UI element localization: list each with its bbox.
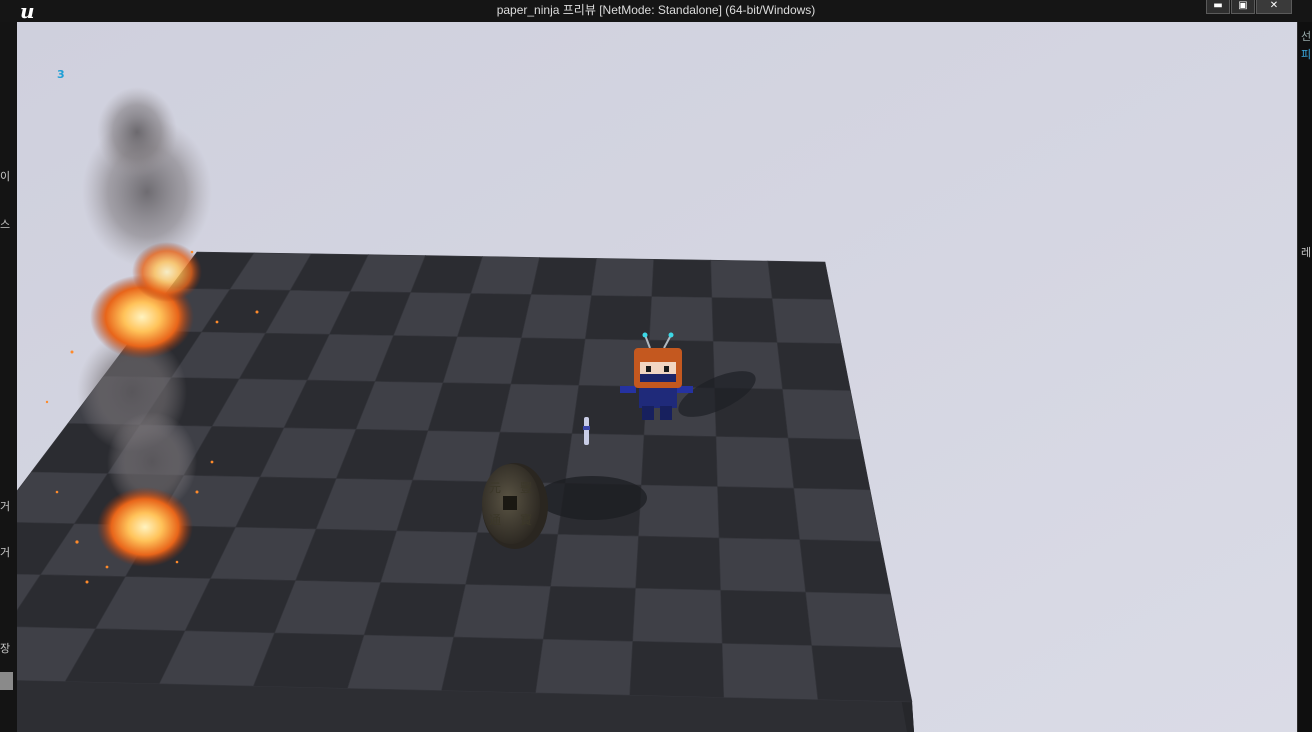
editor-fragment: 스 <box>0 218 11 231</box>
floor-tile <box>629 640 725 698</box>
floor-tile <box>715 436 795 489</box>
editor-fragment: 피 <box>1301 48 1312 61</box>
editor-fragment: 장 <box>0 642 11 655</box>
coin-shadow <box>537 476 647 520</box>
floor-tile <box>648 296 714 342</box>
floor-tile <box>805 591 902 648</box>
floor-tile <box>717 486 801 540</box>
floor-tile <box>363 582 466 638</box>
close-button[interactable]: ✕ <box>1256 0 1292 14</box>
floor-tile <box>499 383 580 434</box>
maximize-button[interactable]: ▣ <box>1231 0 1255 14</box>
floor-tile <box>720 589 813 646</box>
floor-tile <box>787 437 871 491</box>
editor-fragment: 레 <box>1301 246 1312 259</box>
floor-tile <box>441 636 544 694</box>
floor-tile <box>530 257 597 296</box>
fire-burst <box>97 487 193 567</box>
svg-text:寶: 寶 <box>520 512 532 527</box>
floor-tile <box>635 535 721 591</box>
floor-tile <box>771 298 842 344</box>
hud-counter: 3 <box>57 68 65 81</box>
floor-tile <box>793 487 881 542</box>
minimize-button[interactable]: ▬ <box>1206 0 1230 14</box>
shuriken-pickup <box>583 417 590 445</box>
editor-left-control <box>0 672 13 690</box>
svg-text:豐: 豐 <box>520 481 532 495</box>
floor-tile <box>721 643 819 701</box>
floor-tile <box>718 537 806 593</box>
floor-tile <box>782 388 861 440</box>
window-title: paper_ninja 프리뷰 [NetMode: Standalone] (6… <box>496 3 816 17</box>
floor-tile <box>470 256 540 295</box>
floor-tile <box>591 258 655 297</box>
floor-tile <box>510 337 586 386</box>
floor-tile <box>776 342 851 391</box>
floor-tile <box>453 584 551 640</box>
floor-tile <box>396 479 490 533</box>
floor-tile <box>799 539 892 595</box>
svg-text:通: 通 <box>489 513 501 527</box>
floor-tile <box>427 382 512 433</box>
editor-fragment: 이 <box>0 170 11 183</box>
coin-pickup: 元 豐 通 寶 <box>482 463 548 549</box>
floor-tile <box>811 645 913 703</box>
floor-tile <box>711 297 778 343</box>
editor-right-panel-edge: 선 피 레 <box>1297 22 1312 732</box>
floor-tile <box>550 533 639 589</box>
floor-tile <box>412 430 501 483</box>
game-scene: 元 豐 通 寶 <box>17 22 1297 732</box>
floor-tile <box>710 259 773 299</box>
floor-tile <box>767 260 833 300</box>
editor-fragment: 선 <box>1301 30 1312 43</box>
svg-text:元: 元 <box>489 481 501 495</box>
game-viewport[interactable]: 元 豐 通 寶 3 <box>17 22 1297 732</box>
floor-tile <box>640 434 718 487</box>
smoke-plume <box>97 87 177 177</box>
floor-tile <box>651 258 713 298</box>
editor-fragment: 거 <box>0 546 11 559</box>
floor-tile <box>632 587 723 644</box>
editor-fragment: 거 <box>0 500 11 513</box>
floor-tile <box>535 638 634 696</box>
floor-tile <box>521 294 592 340</box>
floor-tile <box>542 585 636 642</box>
floor-tile <box>638 484 720 539</box>
window-titlebar[interactable]: u paper_ninja 프리뷰 [NetMode: Standalone] … <box>0 0 1312 22</box>
floor-tile <box>347 634 455 691</box>
floor-tile <box>380 530 478 585</box>
floor-tile <box>584 295 653 341</box>
